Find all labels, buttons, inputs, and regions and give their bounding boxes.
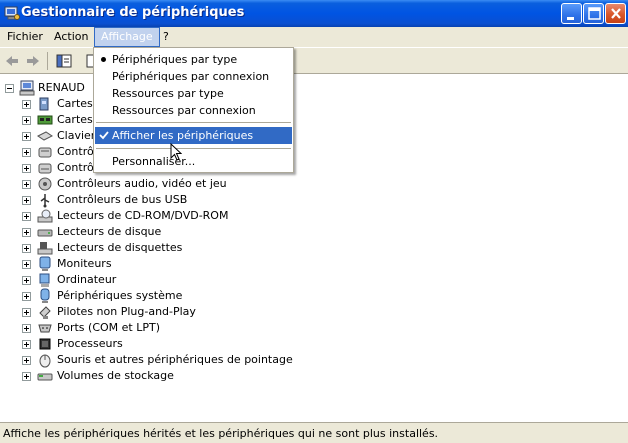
expand-icon[interactable] — [22, 372, 31, 381]
tree-node-label: Processeurs — [57, 337, 123, 350]
disk-drive-icon — [37, 229, 53, 237]
toolbar-separator — [47, 52, 48, 70]
monitor-icon — [39, 256, 51, 271]
mouse-cursor-icon — [170, 143, 182, 161]
minimize-icon — [567, 17, 574, 20]
expand-icon[interactable] — [22, 324, 31, 333]
keyboard-icon — [37, 131, 53, 141]
tree-node-label: Contrôleurs audio, vidéo et jeu — [57, 177, 227, 190]
expand-icon[interactable] — [22, 340, 31, 349]
expand-icon[interactable] — [22, 180, 31, 189]
computer-icon — [19, 80, 35, 96]
tree-node-label: Contrôleurs de bus USB — [57, 193, 188, 206]
menu-view-resources-by-connection[interactable]: Ressources par connexion — [95, 102, 292, 119]
network-adapter-icon — [39, 97, 49, 111]
device-manager-icon — [4, 6, 20, 20]
expand-icon[interactable] — [22, 196, 31, 205]
tree-node-label: Lecteurs de disquettes — [57, 241, 183, 254]
expand-icon[interactable] — [22, 356, 31, 365]
system-device-icon — [40, 288, 50, 303]
expand-icon[interactable] — [22, 244, 31, 253]
tree-node-label: Lecteurs de disque — [57, 225, 162, 238]
menu-bar: Fichier Action Affichage ? — [0, 27, 628, 47]
collapse-icon[interactable] — [5, 84, 14, 93]
expand-icon[interactable] — [22, 148, 31, 157]
mouse-icon — [39, 354, 51, 368]
menu-action[interactable]: Action — [48, 27, 94, 47]
expand-icon[interactable] — [22, 100, 31, 109]
menu-fichier[interactable]: Fichier — [1, 27, 49, 47]
menu-affichage[interactable]: Affichage — [94, 27, 160, 47]
menu-customize[interactable]: Personnaliser... — [95, 153, 292, 170]
video-card-icon — [37, 115, 53, 125]
menu-separator — [96, 122, 291, 123]
tree-node-label: Moniteurs — [57, 257, 112, 270]
storage-volume-icon — [37, 373, 53, 381]
tree-node-label: Ordinateur — [57, 273, 117, 286]
close-button[interactable] — [605, 3, 626, 24]
ide-controller-icon — [38, 147, 52, 158]
expand-icon[interactable] — [22, 212, 31, 221]
expand-icon[interactable] — [22, 164, 31, 173]
driver-icon — [39, 306, 51, 319]
expand-icon[interactable] — [22, 308, 31, 317]
close-icon — [611, 8, 621, 19]
title-bar[interactable]: Gestionnaire de périphériques — [0, 0, 628, 27]
processor-icon — [39, 338, 51, 350]
tree-node-label: Souris et autres périphériques de pointa… — [57, 353, 293, 366]
menu-help[interactable]: ? — [157, 27, 175, 47]
expand-icon[interactable] — [22, 292, 31, 301]
status-text: Affiche les périphériques hérités et les… — [3, 427, 439, 440]
radio-bullet-icon — [101, 57, 106, 62]
forward-arrow-icon[interactable] — [24, 52, 42, 70]
menu-view-devices-by-connection[interactable]: Périphériques par connexion — [95, 68, 292, 85]
tree-node-label: Périphériques système — [57, 289, 183, 302]
menu-show-hidden-devices[interactable]: Afficher les périphériques cachés — [95, 127, 292, 159]
minimize-button[interactable] — [561, 3, 582, 24]
expand-icon[interactable] — [22, 228, 31, 237]
tree-node-label: Volumes de stockage — [57, 369, 174, 382]
maximize-button[interactable] — [583, 3, 604, 24]
tree-node-label: Cartes — [57, 113, 93, 126]
menu-separator — [96, 148, 291, 149]
window-title: Gestionnaire de périphériques — [21, 5, 245, 20]
menu-view-devices-by-type[interactable]: Périphériques par type — [95, 51, 292, 68]
back-arrow-icon[interactable] — [3, 52, 21, 70]
usb-icon — [40, 194, 50, 208]
maximize-icon — [588, 7, 601, 20]
console-tree-icon[interactable] — [55, 52, 73, 70]
expand-icon[interactable] — [22, 276, 31, 285]
storage-controller-icon — [38, 163, 52, 174]
tree-node-label: Cartes — [57, 97, 93, 110]
tree-node-label: Lecteurs de CD-ROM/DVD-ROM — [57, 209, 229, 222]
cdrom-icon — [37, 209, 53, 223]
tree-node-label: Contrôl — [57, 161, 97, 174]
tree-root-label: RENAUD — [38, 81, 85, 94]
port-icon — [38, 324, 52, 333]
tree-node-label: Pilotes non Plug-and-Play — [57, 305, 196, 318]
expand-icon[interactable] — [22, 132, 31, 141]
floppy-icon — [37, 242, 53, 255]
status-bar: Affiche les périphériques hérités et les… — [0, 422, 628, 443]
menu-view-resources-by-type[interactable]: Ressources par type — [95, 85, 292, 102]
tree-node-label: Ports (COM et LPT) — [57, 321, 161, 334]
expand-icon[interactable] — [22, 116, 31, 125]
audio-icon — [38, 177, 52, 191]
checkmark-icon — [99, 131, 109, 140]
expand-icon[interactable] — [22, 260, 31, 269]
affichage-dropdown: Périphériques par type Périphériques par… — [93, 47, 294, 173]
tree-node-label: Contrôl — [57, 145, 97, 158]
computer-icon — [39, 273, 50, 287]
